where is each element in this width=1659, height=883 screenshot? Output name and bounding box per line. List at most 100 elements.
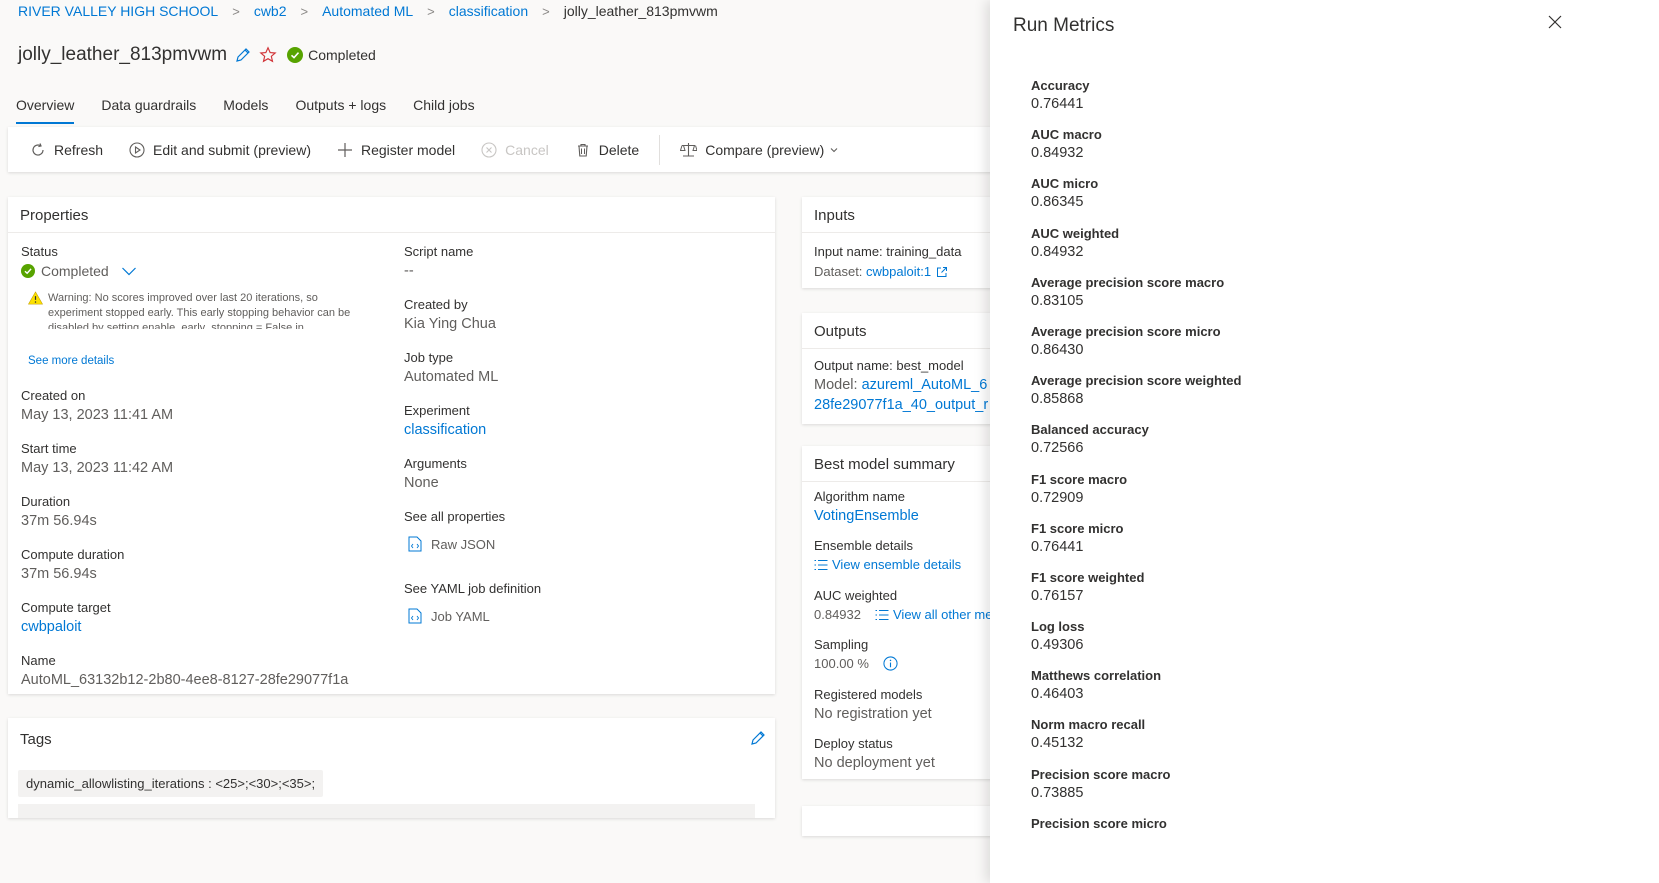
external-link-icon[interactable]	[936, 266, 948, 278]
breadcrumb-automated-ml[interactable]: Automated ML	[322, 3, 413, 19]
metric-name: F1 score weighted	[1031, 569, 1145, 585]
delete-button[interactable]: Delete	[575, 142, 639, 158]
metric-item: Average precision score weighted 0.85868	[1031, 373, 1241, 422]
metric-value: 0.76441	[1031, 538, 1084, 555]
inputs-header: Inputs	[802, 197, 1002, 233]
view-ensemble-link[interactable]: View ensemble details	[814, 557, 961, 572]
deploy-status-property: Deploy status No deployment yet	[814, 736, 935, 771]
output-name: Output name: best_model	[814, 358, 964, 373]
metric-value: 0.72909	[1031, 489, 1084, 506]
metric-name: Balanced accuracy	[1031, 422, 1149, 438]
metric-value: 0.86430	[1031, 341, 1084, 358]
metric-item: Matthews correlation 0.46403	[1031, 668, 1241, 717]
tab-data-guardrails[interactable]: Data guardrails	[101, 97, 196, 124]
metrics-list: Accuracy 0.76441 AUC macro 0.84932 AUC micro…	[1031, 78, 1241, 865]
status-property: Status Completed	[21, 244, 137, 279]
metric-name: F1 score macro	[1031, 471, 1128, 487]
tag-chip: dynamic_allowlisting_iterations : <25>;<…	[18, 770, 324, 797]
toolbar-divider	[659, 134, 661, 165]
breadcrumb-cwb2[interactable]: cwb2	[254, 3, 287, 19]
tab-child-jobs[interactable]: Child jobs	[413, 97, 474, 124]
metric-item: AUC micro 0.86345	[1031, 176, 1241, 225]
play-circle-icon	[129, 141, 145, 158]
next-card-edge	[802, 806, 1002, 836]
metric-item: Accuracy 0.76441	[1031, 78, 1241, 127]
metric-value: 0.72566	[1031, 440, 1084, 457]
favorite-star-icon[interactable]	[259, 46, 277, 64]
name-property: Name AutoML_63132b12-2b80-4ee8-8127-28fe…	[21, 653, 349, 688]
metric-item: Precision score micro	[1031, 816, 1241, 865]
page-title: jolly_leather_813pmvwm	[18, 44, 228, 65]
metric-value: 0.76441	[1031, 96, 1084, 112]
metric-name: Matthews correlation	[1031, 668, 1162, 684]
warning-icon	[28, 291, 43, 305]
auc-weighted-value: 0.84932	[814, 607, 861, 622]
output-model-link[interactable]: azureml_AutoML_6	[862, 377, 988, 393]
outputs-card: Outputs Output name: best_model Model: a…	[802, 313, 1002, 424]
metric-name: Average precision score macro	[1031, 274, 1225, 290]
metric-name: AUC micro	[1031, 176, 1099, 192]
metric-value: 0.73885	[1031, 784, 1084, 801]
list-icon	[814, 559, 828, 570]
edit-pencil-icon[interactable]	[235, 47, 251, 63]
status-value: Completed	[41, 263, 109, 279]
cancel-button[interactable]: Cancel	[481, 142, 549, 158]
close-icon[interactable]	[1548, 15, 1562, 34]
metric-item: Norm macro recall 0.45132	[1031, 717, 1241, 766]
code-file-icon	[408, 608, 422, 624]
dataset-link[interactable]: cwbpaloit:1	[866, 264, 931, 279]
chevron-down-icon[interactable]	[121, 265, 137, 277]
list-icon	[875, 609, 889, 620]
see-all-properties: See all properties Raw JSON	[404, 509, 506, 552]
experiment-property: Experiment classification	[404, 403, 487, 438]
metric-name: Precision score macro	[1031, 766, 1171, 782]
refresh-button[interactable]: Refresh	[30, 142, 103, 158]
created-by-property: Created by Kia Ying Chua	[404, 297, 496, 332]
metric-value: 0.49306	[1031, 637, 1084, 654]
algorithm-link[interactable]: VotingEnsemble	[814, 508, 919, 524]
trash-icon	[577, 143, 588, 157]
duration-property: Duration 37m 56.94s	[21, 494, 97, 529]
job-yaml-link[interactable]: Job YAML	[404, 608, 541, 624]
raw-json-link[interactable]: Raw JSON	[404, 536, 505, 552]
sampling-value: 100.00 %	[814, 656, 869, 671]
input-name: Input name: training_data	[814, 244, 962, 259]
see-more-details-link[interactable]: See more details	[28, 355, 114, 367]
tab-outputs-logs[interactable]: Outputs + logs	[295, 97, 386, 124]
algorithm-property: Algorithm name VotingEnsemble	[814, 489, 919, 524]
tab-overview[interactable]: Overview	[16, 97, 75, 124]
metric-name: Log loss	[1031, 619, 1085, 635]
metric-name: Accuracy	[1031, 78, 1090, 93]
panel-title: Run Metrics	[1013, 15, 1115, 36]
metric-item: Log loss 0.49306	[1031, 619, 1241, 668]
outputs-header: Outputs	[802, 313, 1002, 349]
dataset-row: Dataset: cwbpaloit:1	[814, 264, 948, 279]
register-model-button[interactable]: Register model	[337, 142, 455, 158]
compute-target-link[interactable]: cwbpaloit	[21, 619, 111, 635]
metric-item: F1 score micro 0.76441	[1031, 521, 1241, 570]
metric-item: Average precision score macro 0.83105	[1031, 275, 1241, 324]
view-other-metrics-link[interactable]: View all other me	[875, 607, 992, 622]
breadcrumb-workspace[interactable]: RIVER VALLEY HIGH SCHOOL	[18, 3, 218, 19]
metric-name: Precision score micro	[1031, 815, 1167, 831]
plus-icon	[337, 142, 352, 157]
metric-item: F1 score macro 0.72909	[1031, 472, 1241, 521]
compare-button[interactable]: Compare (preview)	[680, 142, 839, 158]
created-on-property: Created on May 13, 2023 11:41 AM	[21, 388, 174, 423]
edit-tags-icon[interactable]	[750, 730, 766, 751]
success-check-icon	[21, 264, 35, 278]
inputs-card: Inputs Input name: training_data Dataset…	[802, 197, 1002, 288]
code-file-icon	[408, 536, 422, 552]
info-icon[interactable]	[883, 656, 898, 671]
properties-header: Properties	[8, 197, 775, 233]
output-model-link-cont[interactable]: 28fe29077f1a_40_output_r	[814, 397, 988, 413]
breadcrumb-classification[interactable]: classification	[449, 3, 528, 19]
edit-submit-button[interactable]: Edit and submit (preview)	[129, 142, 311, 158]
status-badge: Completed	[287, 47, 376, 63]
experiment-link[interactable]: classification	[404, 422, 486, 438]
run-metrics-panel: Run Metrics Accuracy 0.76441 AUC macro 0.84…	[990, 0, 1659, 883]
metric-value: 0.84932	[1031, 145, 1084, 162]
tags-header: Tags	[20, 731, 52, 748]
tab-models[interactable]: Models	[223, 97, 268, 124]
registered-models-property: Registered models No registration yet	[814, 687, 932, 722]
